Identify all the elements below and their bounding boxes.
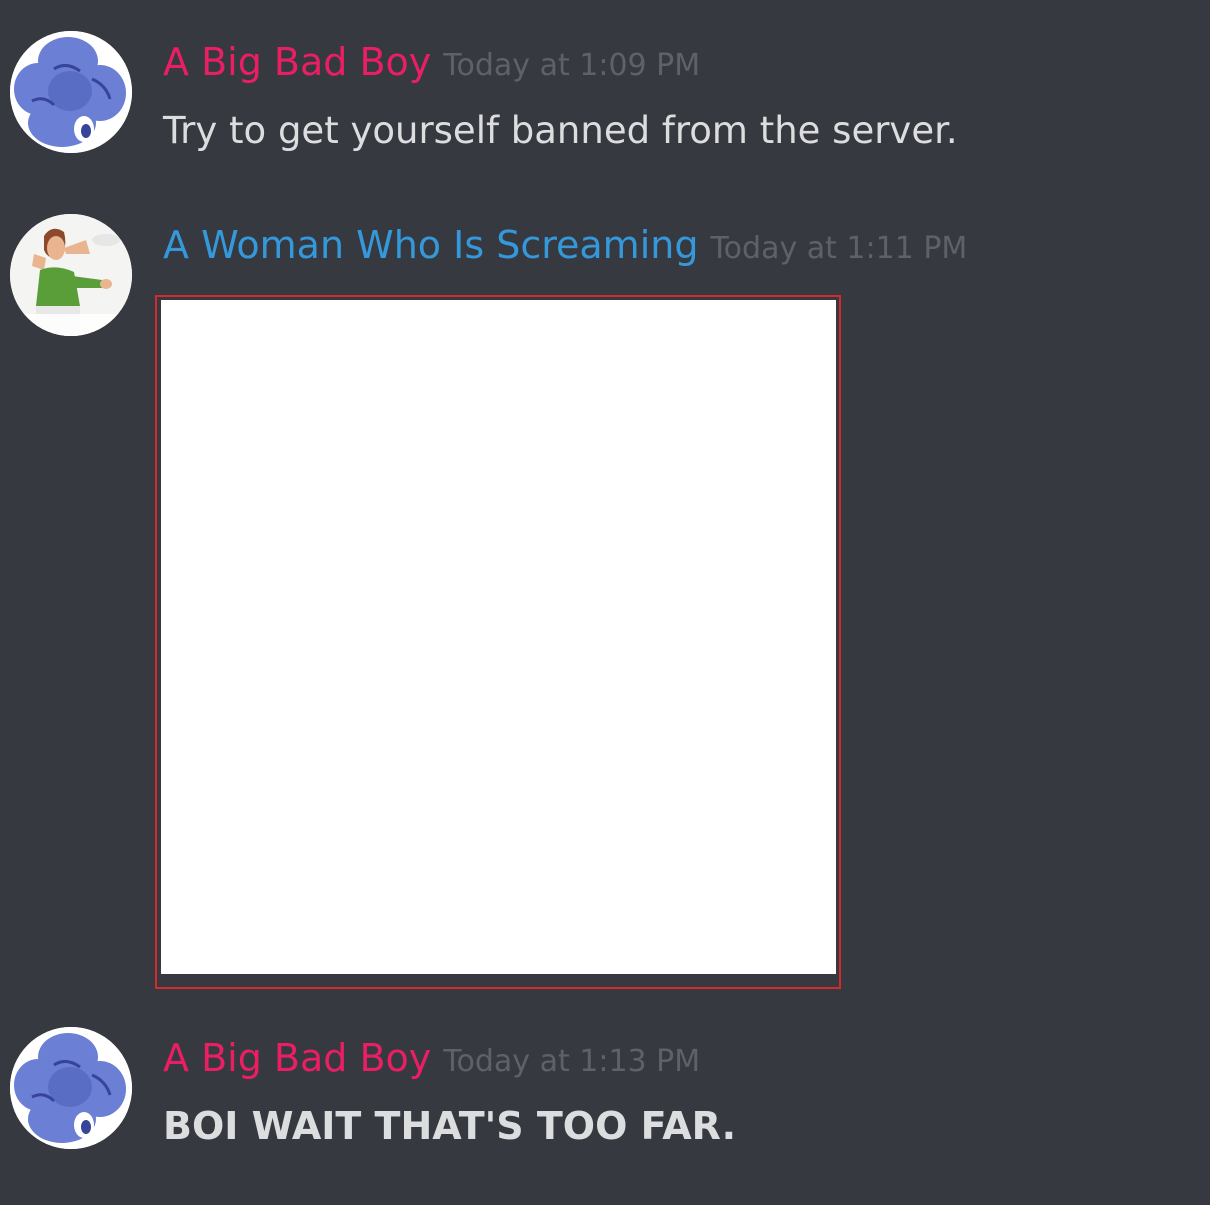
message-header: A Woman Who Is Screaming Today at 1:11 P… (163, 221, 967, 273)
username[interactable]: A Woman Who Is Screaming (163, 221, 698, 269)
message-header: A Big Bad Boy Today at 1:13 PM (163, 1034, 700, 1086)
timestamp: Today at 1:13 PM (443, 1044, 701, 1079)
username[interactable]: A Big Bad Boy (163, 1034, 431, 1082)
attachment-image[interactable] (161, 300, 836, 974)
flower-bird-avatar-icon (10, 31, 132, 153)
image-attachment[interactable] (155, 295, 841, 989)
message-content: Try to get yourself banned from the serv… (163, 109, 958, 152)
user-avatar[interactable] (10, 31, 132, 153)
username[interactable]: A Big Bad Boy (163, 38, 431, 86)
message-content: BOI WAIT THAT'S TOO FAR. (163, 1104, 737, 1148)
chat-log: A Big Bad Boy Today at 1:09 PM Try to ge… (0, 0, 1210, 1205)
user-avatar[interactable] (10, 1027, 132, 1149)
screaming-woman-avatar-icon (10, 214, 132, 336)
timestamp: Today at 1:09 PM (443, 48, 701, 83)
flower-bird-avatar-icon (10, 1027, 132, 1149)
user-avatar[interactable] (10, 214, 132, 336)
message-header: A Big Bad Boy Today at 1:09 PM (163, 38, 700, 90)
timestamp: Today at 1:11 PM (710, 231, 968, 266)
